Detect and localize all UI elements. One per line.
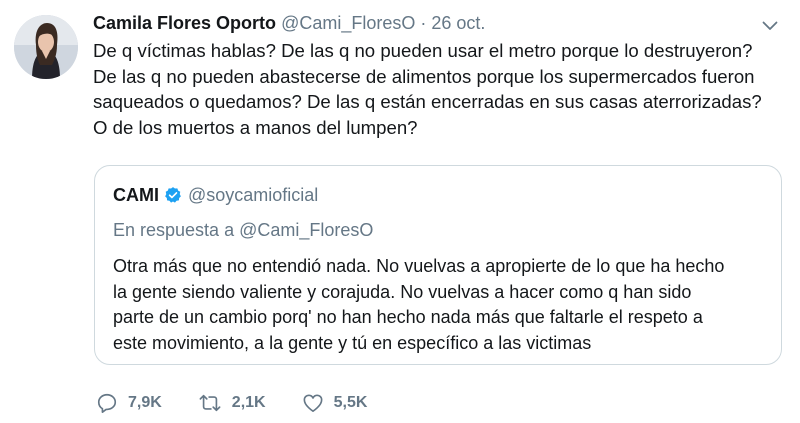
reply-count: 7,9K [128,394,162,411]
tweet-actions: 7,9K 2,1K 5,5K [96,391,403,415]
quoted-text-line: Otra más que no entendió nada. No vuelva… [113,256,725,276]
tweet: Camila Flores Oporto @Cami_FloresO · 26 … [0,0,800,423]
quoted-author-handle: @soycamioficial [188,185,319,205]
retweet-count: 2,1K [231,394,266,411]
tweet-text: De q víctimas hablas? De las q no pueden… [93,38,793,140]
retweet-icon [198,392,222,414]
avatar-image [14,15,78,79]
quoted-tweet-header: CAMI @soycamioficial [113,184,318,206]
quoted-author-name: CAMI [113,185,159,205]
quoted-tweet-text: Otra más que no entendió nada. No vuelva… [113,254,773,356]
tweet-header: Camila Flores Oporto @Cami_FloresO · 26 … [93,12,752,34]
retweet-button[interactable]: 2,1K [198,392,266,414]
author-handle[interactable]: @Cami_FloresO [281,13,415,33]
tweet-text-line: De las q no pueden abastecerse de alimen… [93,65,755,87]
quoted-tweet[interactable]: CAMI @soycamioficial En respuesta a @Cam… [94,165,782,365]
reply-context: En respuesta a @Cami_FloresO [113,220,374,240]
reply-button[interactable]: 7,9K [96,392,162,414]
tweet-text-line: O de los muertos a manos del lumpen? [93,116,418,138]
tweet-date[interactable]: 26 oct. [431,13,485,33]
like-count: 5,5K [333,394,368,411]
chevron-down-icon[interactable] [760,16,780,36]
heart-icon [302,393,324,413]
header-separator: · [420,13,427,33]
tweet-text-line: saqueados o quedamos? De las q están enc… [93,91,762,112]
quoted-text-line: este movimiento, a la gente y tú en espe… [113,332,592,353]
reply-icon [96,392,118,414]
verified-badge-icon [164,186,182,204]
author-name[interactable]: Camila Flores Oporto [93,13,276,33]
quoted-text-line: la gente siendo valiente y corajuda. No … [113,281,692,302]
avatar[interactable] [14,15,78,79]
quoted-text-line: parte de un cambio porq' no han hecho na… [113,307,703,327]
tweet-text-line: De q víctimas hablas? De las q no pueden… [93,40,753,61]
like-button[interactable]: 5,5K [302,393,368,413]
